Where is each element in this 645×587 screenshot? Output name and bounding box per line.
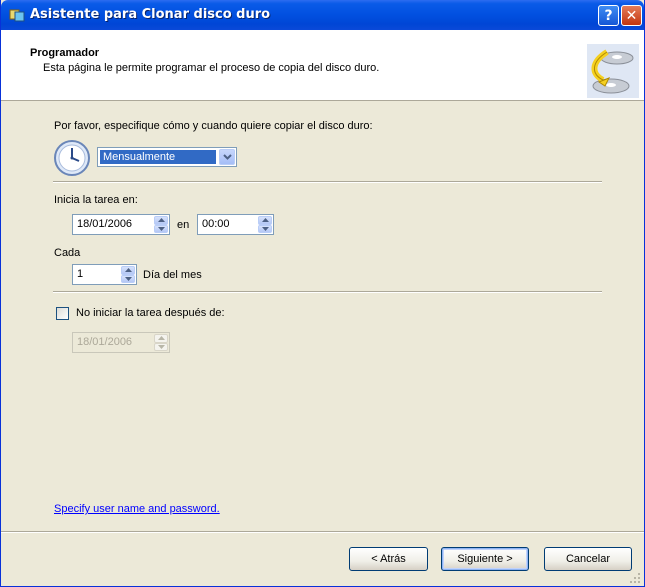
- help-icon: ?: [604, 7, 613, 24]
- end-date-value: 18/01/2006: [77, 336, 133, 348]
- page-subtitle: Esta página le permite programar el proc…: [43, 62, 380, 74]
- spin-up-icon[interactable]: [154, 216, 168, 225]
- frequency-value: Mensualmente: [100, 150, 216, 164]
- spin-down-icon: [154, 342, 168, 351]
- credentials-link[interactable]: Specify user name and password.: [54, 503, 220, 515]
- spin-up-icon: [154, 334, 168, 343]
- help-button[interactable]: ?: [598, 5, 619, 26]
- spin-up-icon[interactable]: [121, 266, 135, 275]
- spin-down-icon[interactable]: [154, 224, 168, 233]
- spin-down-icon[interactable]: [258, 224, 272, 233]
- window-title: Asistente para Clonar disco duro: [30, 7, 271, 22]
- page-title: Programador: [30, 47, 100, 59]
- spin-up-icon[interactable]: [258, 216, 272, 225]
- wizard-header: Programador Esta página le permite progr…: [1, 30, 644, 101]
- spin-down-icon[interactable]: [121, 274, 135, 283]
- every-unit: Día del mes: [143, 269, 202, 281]
- start-time-value: 00:00: [202, 218, 230, 230]
- frequency-select[interactable]: Mensualmente: [97, 147, 237, 167]
- divider: [53, 181, 602, 183]
- back-button[interactable]: < Atrás: [349, 547, 428, 571]
- footer-divider: [1, 531, 644, 533]
- title-bar[interactable]: Asistente para Clonar disco duro ? ✕: [1, 0, 644, 30]
- start-time-picker[interactable]: 00:00: [197, 214, 274, 235]
- at-label: en: [177, 219, 190, 231]
- next-button[interactable]: Siguiente >: [441, 547, 529, 571]
- every-stepper[interactable]: 1: [72, 264, 137, 285]
- chevron-down-icon[interactable]: [219, 149, 235, 165]
- clock-icon: [54, 140, 90, 176]
- schedule-prompt: Por favor, especifique cómo y cuando qui…: [54, 120, 373, 132]
- cancel-button[interactable]: Cancelar: [544, 547, 632, 571]
- end-date-checkbox[interactable]: [56, 307, 69, 320]
- wizard-window: Asistente para Clonar disco duro ? ✕ Pro…: [0, 0, 645, 587]
- divider: [53, 291, 602, 293]
- end-date-picker: 18/01/2006: [72, 332, 170, 353]
- close-icon: ✕: [625, 7, 638, 24]
- start-date-picker[interactable]: 18/01/2006: [72, 214, 170, 235]
- disk-clone-icon: [587, 44, 639, 98]
- start-date-value: 18/01/2006: [77, 218, 133, 230]
- every-label: Cada: [54, 247, 81, 259]
- start-label: Inicia la tarea en:: [54, 194, 138, 206]
- resize-grip-icon[interactable]: [629, 572, 641, 584]
- close-button[interactable]: ✕: [621, 5, 642, 26]
- app-icon: [9, 9, 25, 22]
- every-value: 1: [77, 268, 84, 280]
- end-date-checkbox-label[interactable]: No iniciar la tarea después de:: [76, 307, 225, 319]
